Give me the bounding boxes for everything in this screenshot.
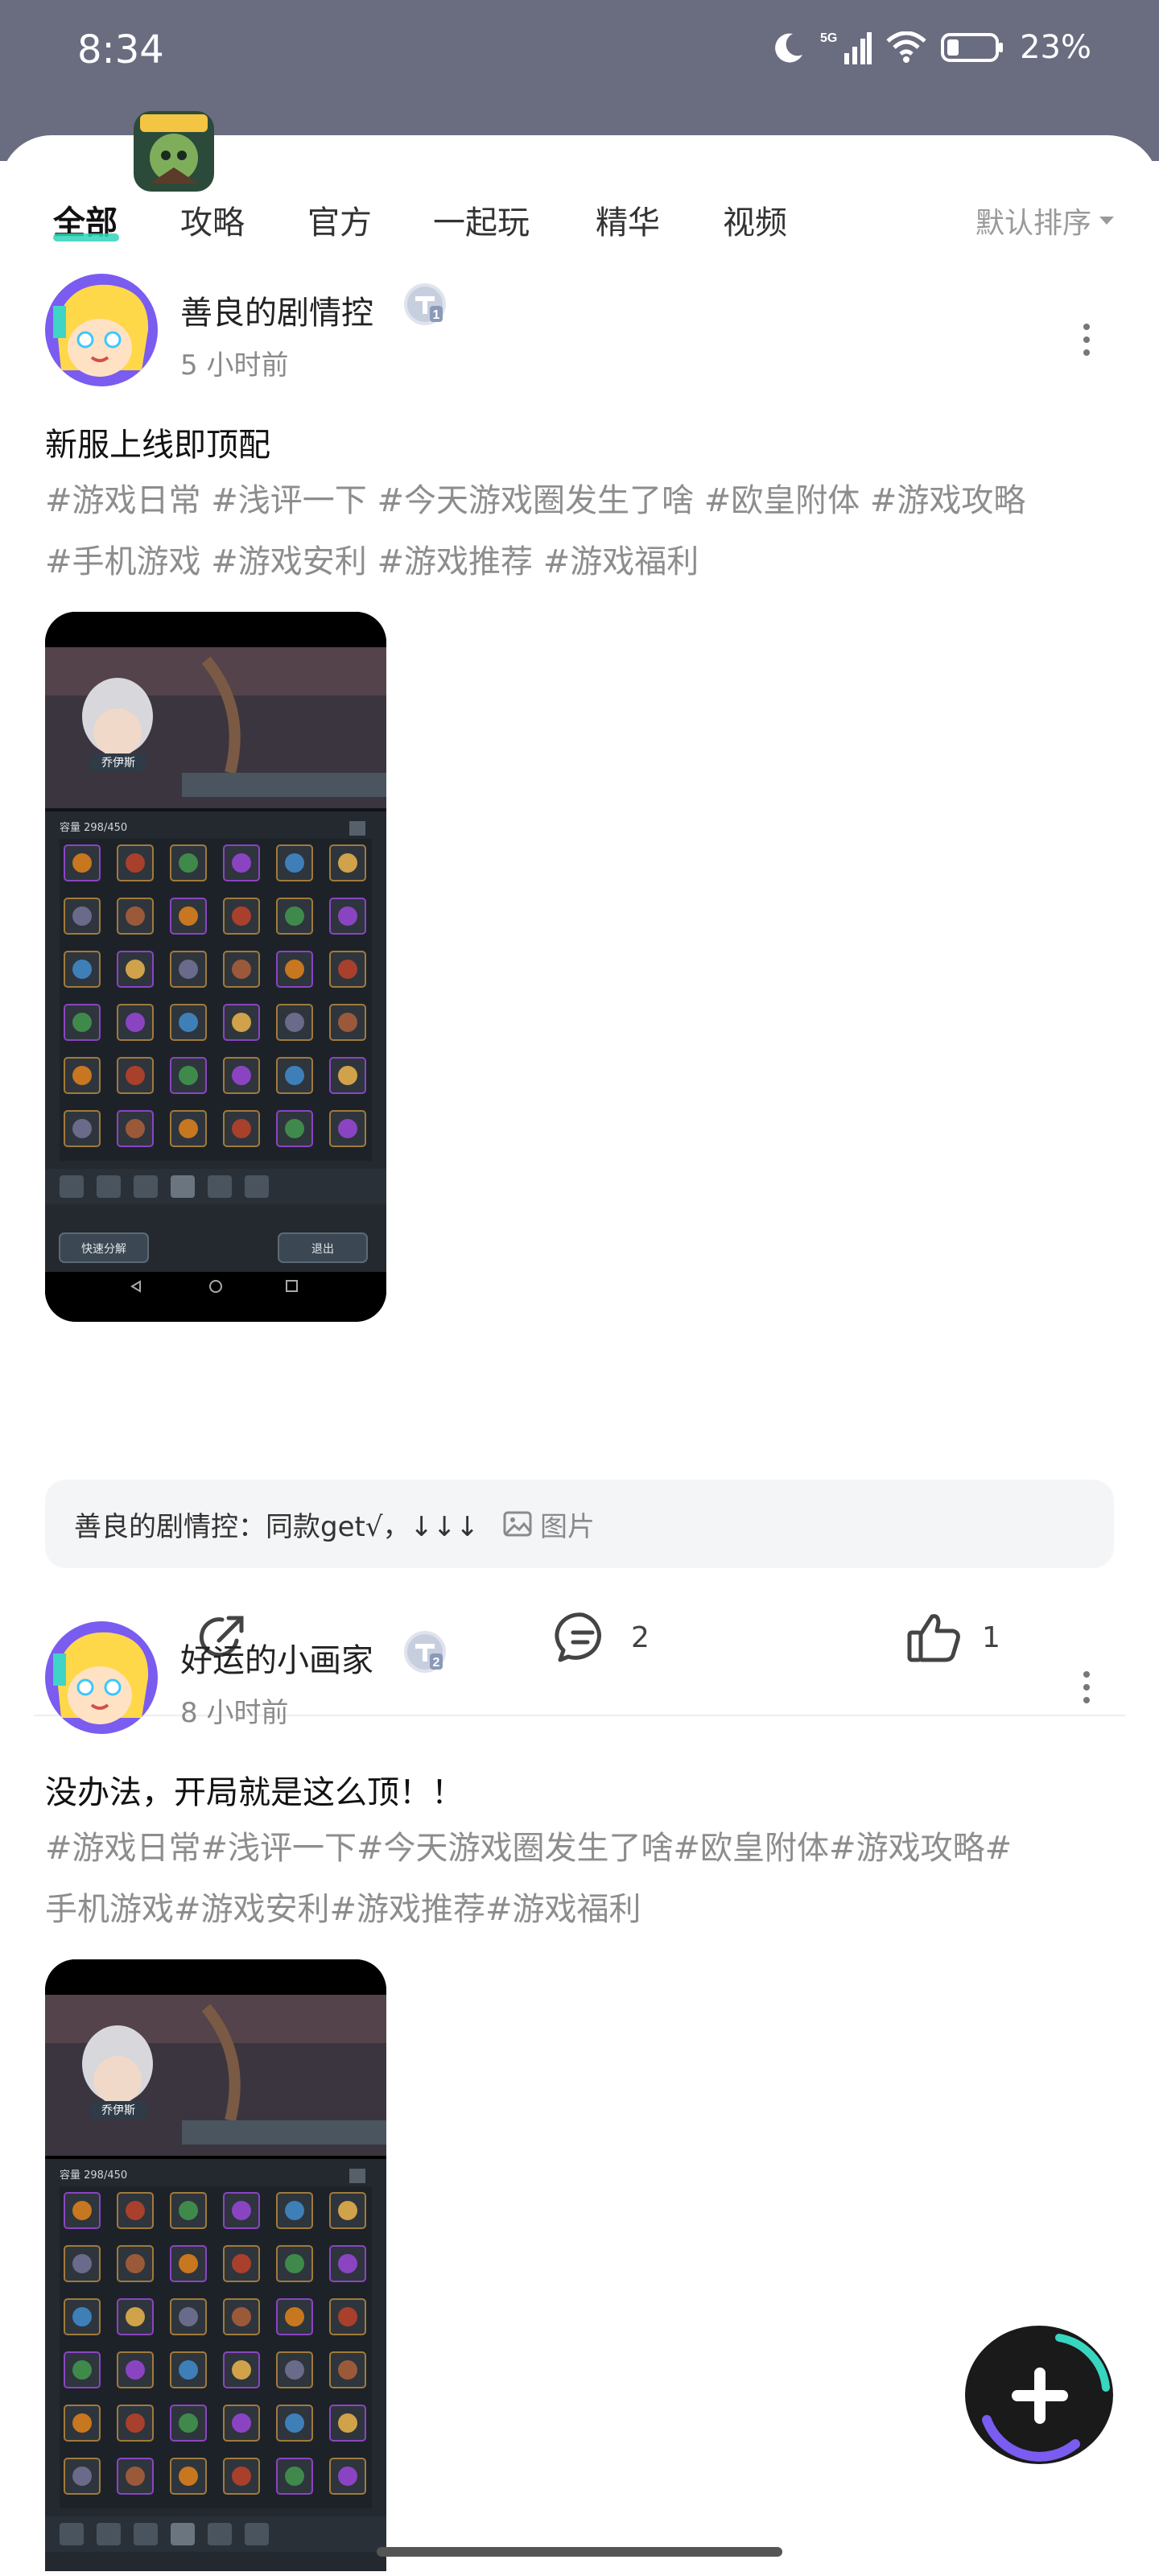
capacity-label: 容量 298/450 [60,2169,127,2182]
more-vertical-icon [1083,324,1090,330]
community-sheet: 全部 攻略 官方 一起玩 精华 视频 默认排序 善良的剧情控 1 5 小时前 新… [0,135,1159,2576]
home-indicator[interactable] [377,2547,782,2557]
post-title[interactable]: 没办法，开局就是这么顶！！ [45,1766,464,1813]
inventory-grid [60,839,372,1161]
caret-down-icon [1099,217,1114,225]
post-tags[interactable]: #游戏日常 #浅评一下 #今天游戏圈发生了啥 #欧皇附体 #游戏攻略 #手机游戏… [45,470,1116,592]
post-time: 5 小时前 [180,349,289,382]
tab-guides[interactable]: 攻略 [180,196,245,243]
battery-icon [941,33,1004,62]
comment-icon [555,1612,601,1662]
level-badge-icon: 1 [402,282,448,327]
tags-line[interactable]: 手机游戏#游戏安利#游戏推荐#游戏福利 [45,1879,1116,1940]
sort-dropdown[interactable]: 默认排序 [975,200,1116,242]
level-badge-icon: 2 [402,1629,448,1674]
image-icon [503,1511,532,1537]
username[interactable]: 好运的小画家 [180,1634,373,1681]
level-number: 2 [433,1656,440,1670]
comment-image-label: 图片 [539,1510,595,1543]
avatar[interactable] [45,1621,158,1734]
level-number: 1 [433,308,440,322]
comment-preview[interactable]: 善良的剧情控：同款get√，↓↓↓ 图片 [45,1480,1114,1568]
capacity-label: 容量 298/450 [60,821,127,834]
comment-button[interactable]: 2 [554,1610,650,1665]
more-options-button[interactable] [1077,316,1096,364]
like-button[interactable]: 1 [906,1610,1000,1665]
quick-disassemble-label: 快速分解 [81,1243,126,1256]
exit-label: 退出 [311,1243,334,1256]
avatar[interactable] [45,274,158,386]
post-image[interactable]: 乔伊斯 容量 298/450 [45,1959,386,2571]
inventory-grid [60,2186,372,2508]
moon-icon [775,33,803,63]
post-time: 8 小时前 [180,1697,289,1729]
more-options-button[interactable] [1077,1663,1096,1711]
status-icons: 5G 23% [772,29,1091,66]
tab-play-together[interactable]: 一起玩 [433,196,530,243]
tab-video[interactable]: 视频 [723,196,787,243]
battery-level: 23% [1020,29,1091,66]
game-app-icon[interactable] [134,111,214,192]
post-title[interactable]: 新服上线即顶配 [45,419,270,465]
tab-official[interactable]: 官方 [307,196,372,243]
signal-icon: 5G [820,31,872,64]
post-image[interactable]: 乔伊斯 容量 298/450 快速分解 退出 [45,612,386,1322]
more-vertical-icon [1083,1671,1090,1678]
status-time: 8:34 [77,27,164,72]
character-name: 乔伊斯 [101,2104,135,2117]
sort-label: 默认排序 [975,207,1091,240]
thumb-up-icon [907,1614,960,1662]
post-actions: 2 1 [0,1610,1159,1674]
character-name: 乔伊斯 [101,757,135,770]
tags-line[interactable]: #手机游戏 #游戏安利 #游戏推荐 #游戏福利 [45,531,1116,592]
create-post-button[interactable] [963,2323,1116,2467]
comment-count: 2 [631,1620,650,1654]
comment-preview-text: 善良的剧情控：同款get√，↓↓↓ [74,1510,479,1543]
like-count: 1 [982,1620,1000,1654]
tags-line[interactable]: #游戏日常#浅评一下#今天游戏圈发生了啥#欧皇附体#游戏攻略# [45,1818,1116,1879]
wifi-icon [886,31,926,63]
tab-featured[interactable]: 精华 [596,196,660,243]
tab-active-indicator [53,233,119,242]
svg-text:5G: 5G [820,31,837,45]
post-tags[interactable]: #游戏日常#浅评一下#今天游戏圈发生了啥#欧皇附体#游戏攻略# 手机游戏#游戏安… [45,1818,1116,1940]
username[interactable]: 善良的剧情控 [180,287,373,333]
tags-line[interactable]: #游戏日常 #浅评一下 #今天游戏圈发生了啥 #欧皇附体 #游戏攻略 [45,470,1116,531]
